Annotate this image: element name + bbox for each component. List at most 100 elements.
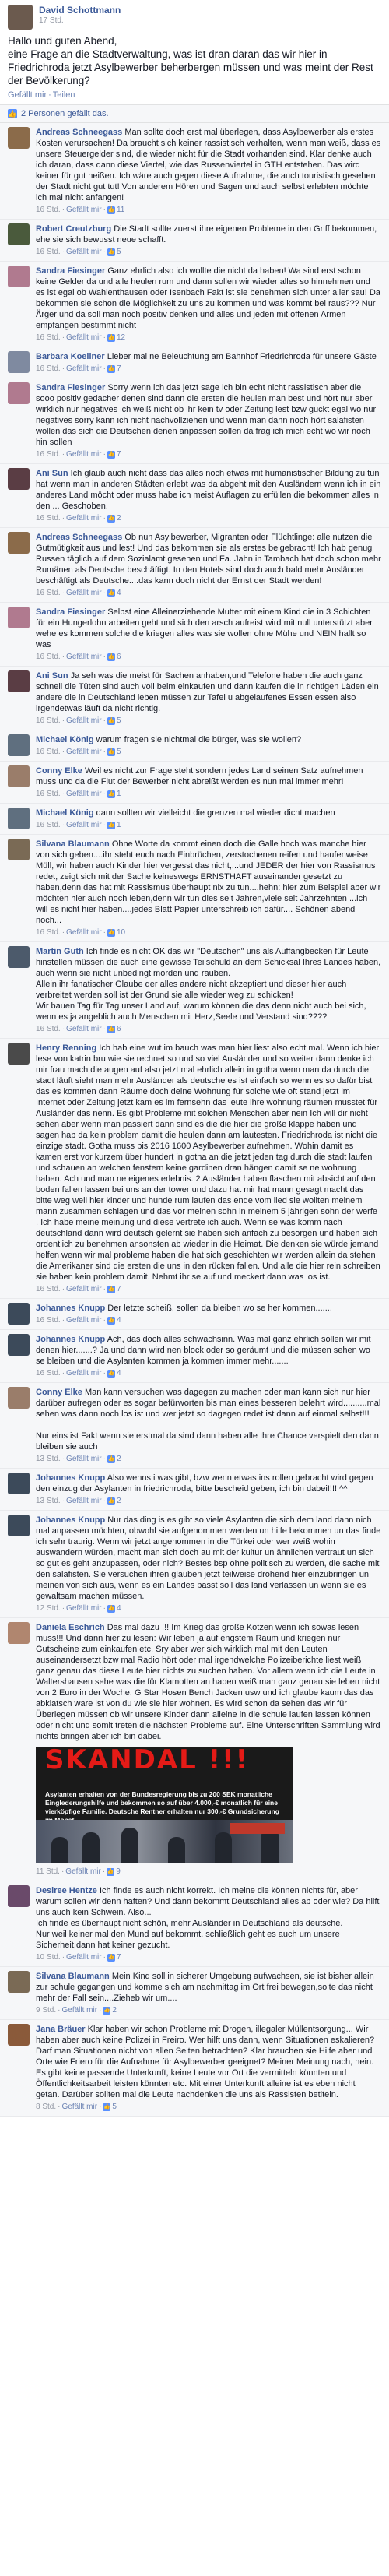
comment-time[interactable]: 8 Std. xyxy=(36,2102,56,2113)
comment-like-count[interactable]: 👍 2 xyxy=(103,2005,117,2016)
comment-like-count[interactable]: 👍 2 xyxy=(107,513,121,524)
comment-like-count[interactable]: 👍 4 xyxy=(107,588,121,599)
comment-author[interactable]: Jana Bräuer xyxy=(36,2025,86,2034)
comment-like-link[interactable]: Gefällt mir xyxy=(66,789,102,800)
commenter-avatar[interactable] xyxy=(8,223,30,245)
like-link[interactable]: Gefällt mir xyxy=(8,90,47,100)
comment-author[interactable]: Sandra Fiesinger xyxy=(36,607,105,617)
comment-time[interactable]: 16 Std. xyxy=(36,820,61,831)
commenter-avatar[interactable] xyxy=(8,532,30,554)
comment-time[interactable]: 16 Std. xyxy=(36,205,61,216)
commenter-avatar[interactable] xyxy=(8,382,30,404)
comment-like-count[interactable]: 👍 11 xyxy=(107,205,124,216)
comment-time[interactable]: 16 Std. xyxy=(36,1284,61,1295)
commenter-avatar[interactable] xyxy=(8,1622,30,1644)
comment-time[interactable]: 16 Std. xyxy=(36,747,61,758)
comment-time[interactable]: 10 Std. xyxy=(36,1952,61,1963)
comment-author[interactable]: Conny Elke xyxy=(36,766,82,776)
comment-time[interactable]: 16 Std. xyxy=(36,364,61,375)
comment-time[interactable]: 9 Std. xyxy=(36,2005,56,2016)
commenter-avatar[interactable] xyxy=(8,946,30,968)
commenter-avatar[interactable] xyxy=(8,808,30,829)
comment-like-count[interactable]: 👍 10 xyxy=(107,927,125,938)
commenter-avatar[interactable] xyxy=(8,1043,30,1065)
comment-like-link[interactable]: Gefällt mir xyxy=(66,1368,102,1379)
comment-like-link[interactable]: Gefällt mir xyxy=(66,247,102,258)
comment-author[interactable]: Ani Sun xyxy=(36,469,68,478)
comment-author[interactable]: Barbara Koellner xyxy=(36,352,105,361)
commenter-avatar[interactable] xyxy=(8,1387,30,1409)
comment-like-count[interactable]: 👍 6 xyxy=(107,1024,121,1035)
comment-author[interactable]: Sandra Fiesinger xyxy=(36,383,105,392)
comment-like-count[interactable]: 👍 7 xyxy=(107,364,121,375)
comment-time[interactable]: 16 Std. xyxy=(36,1024,61,1035)
comment-like-link[interactable]: Gefällt mir xyxy=(66,513,102,524)
comment-like-link[interactable]: Gefällt mir xyxy=(66,364,102,375)
comment-time[interactable]: 16 Std. xyxy=(36,333,61,343)
comment-author[interactable]: Silvana Blaumann xyxy=(36,1972,110,1981)
author-avatar[interactable] xyxy=(8,5,33,30)
comment-like-count[interactable]: 👍 5 xyxy=(107,716,121,727)
comment-time[interactable]: 16 Std. xyxy=(36,927,61,938)
comment-author[interactable]: Johannes Knupp xyxy=(36,1515,105,1525)
comment-author[interactable]: Johannes Knupp xyxy=(36,1335,105,1344)
comment-like-link[interactable]: Gefällt mir xyxy=(66,820,102,831)
commenter-avatar[interactable] xyxy=(8,1515,30,1536)
post-time[interactable]: 17 Std. xyxy=(39,16,121,25)
comment-author[interactable]: Daniela Eschrich xyxy=(36,1623,105,1632)
comment-like-count[interactable]: 👍 1 xyxy=(107,820,121,831)
comment-like-count[interactable]: 👍 9 xyxy=(107,1867,121,1877)
comment-like-count[interactable]: 👍 5 xyxy=(107,247,121,258)
commenter-avatar[interactable] xyxy=(8,1334,30,1356)
skandal-meme-image[interactable]: SKANDAL !!! Asylanten erhalten von der Bu… xyxy=(36,1747,293,1863)
comment-author[interactable]: Henry Renning xyxy=(36,1043,96,1053)
comment-like-count[interactable]: 👍 6 xyxy=(107,652,121,663)
comment-like-count[interactable]: 👍 7 xyxy=(107,1952,121,1963)
comment-like-count[interactable]: 👍 5 xyxy=(107,747,121,758)
comment-like-link[interactable]: Gefällt mir xyxy=(66,652,102,663)
comment-author[interactable]: Andreas Schneegass xyxy=(36,128,122,137)
comment-like-link[interactable]: Gefällt mir xyxy=(66,205,102,216)
comment-author[interactable]: Silvana Blaumann xyxy=(36,839,110,849)
comment-time[interactable]: 11 Std. xyxy=(36,1867,60,1877)
commenter-avatar[interactable] xyxy=(8,2024,30,2046)
comment-like-link[interactable]: Gefällt mir xyxy=(66,449,102,460)
commenter-avatar[interactable] xyxy=(8,1885,30,1907)
comment-author[interactable]: Conny Elke xyxy=(36,1388,82,1397)
comment-like-link[interactable]: Gefällt mir xyxy=(61,2005,97,2016)
comment-like-link[interactable]: Gefällt mir xyxy=(66,927,102,938)
commenter-avatar[interactable] xyxy=(8,266,30,287)
comment-time[interactable]: 16 Std. xyxy=(36,1368,61,1379)
commenter-avatar[interactable] xyxy=(8,1473,30,1494)
commenter-avatar[interactable] xyxy=(8,351,30,373)
comment-time[interactable]: 16 Std. xyxy=(36,716,61,727)
comment-time[interactable]: 16 Std. xyxy=(36,513,61,524)
comment-author[interactable]: Andreas Schneegass xyxy=(36,533,122,542)
commenter-avatar[interactable] xyxy=(8,607,30,628)
comment-like-count[interactable]: 👍 5 xyxy=(103,2102,117,2113)
comment-like-link[interactable]: Gefällt mir xyxy=(66,1952,102,1963)
comment-time[interactable]: 16 Std. xyxy=(36,789,61,800)
comment-author[interactable]: Michael König xyxy=(36,735,94,744)
comment-like-link[interactable]: Gefällt mir xyxy=(66,1454,102,1465)
comment-like-link[interactable]: Gefällt mir xyxy=(66,1024,102,1035)
commenter-avatar[interactable] xyxy=(8,1971,30,1993)
comment-time[interactable]: 13 Std. xyxy=(36,1454,61,1465)
comment-like-link[interactable]: Gefällt mir xyxy=(66,1284,102,1295)
commenter-avatar[interactable] xyxy=(8,765,30,787)
comment-time[interactable]: 16 Std. xyxy=(36,652,61,663)
comment-author[interactable]: Ani Sun xyxy=(36,671,68,681)
commenter-avatar[interactable] xyxy=(8,670,30,692)
comment-time[interactable]: 16 Std. xyxy=(36,449,61,460)
comment-like-count[interactable]: 👍 12 xyxy=(107,333,125,343)
comment-author[interactable]: Johannes Knupp xyxy=(36,1473,105,1483)
comment-time[interactable]: 16 Std. xyxy=(36,1315,61,1326)
comment-like-count[interactable]: 👍 2 xyxy=(107,1496,121,1507)
comment-like-link[interactable]: Gefällt mir xyxy=(61,2102,97,2113)
comment-author[interactable]: Robert Creutzburg xyxy=(36,224,111,234)
commenter-avatar[interactable] xyxy=(8,1303,30,1325)
comment-like-link[interactable]: Gefällt mir xyxy=(66,747,102,758)
commenter-avatar[interactable] xyxy=(8,734,30,756)
comment-author[interactable]: Michael König xyxy=(36,808,94,818)
comment-time[interactable]: 16 Std. xyxy=(36,588,61,599)
